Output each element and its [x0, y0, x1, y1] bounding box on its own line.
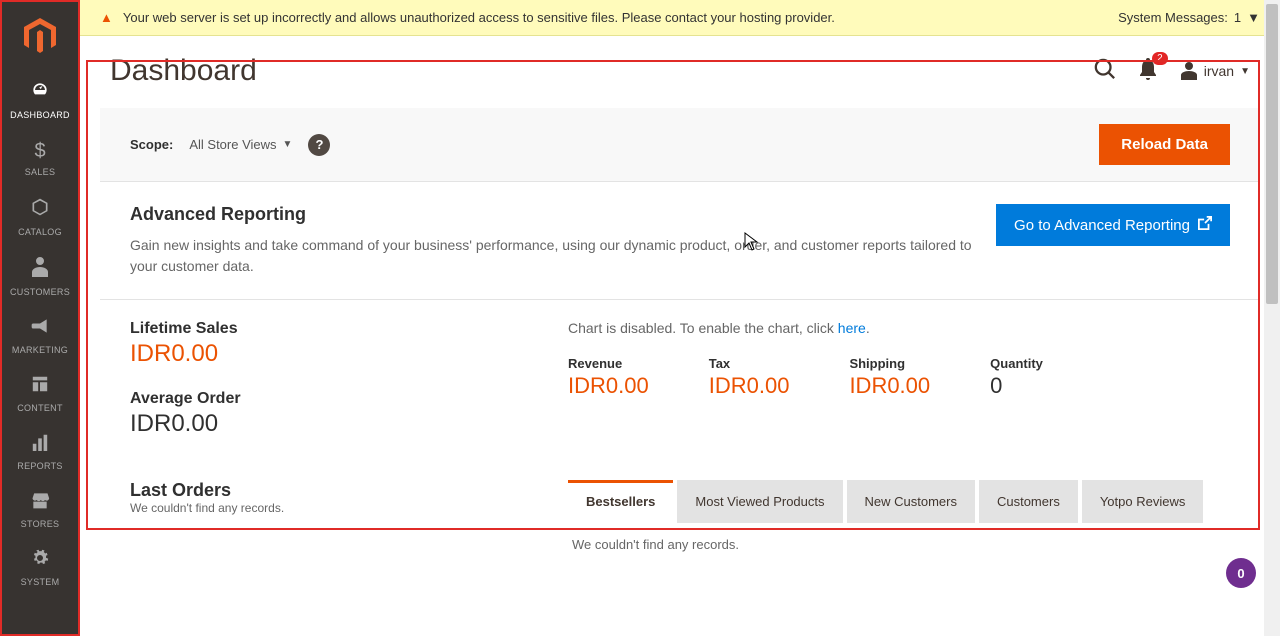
- metric-value: 0: [990, 373, 1043, 399]
- notifications-button[interactable]: 2: [1138, 58, 1158, 85]
- nav-reports[interactable]: REPORTS: [0, 423, 80, 481]
- dollar-icon: $: [34, 140, 45, 163]
- scope-bar: Scope: All Store Views ▼ ? Reload Data: [100, 108, 1260, 182]
- nav-sales[interactable]: $ SALES: [0, 130, 80, 187]
- lifetime-sales-label: Lifetime Sales: [130, 320, 548, 338]
- bottom-section: Last Orders We couldn't find any records…: [100, 480, 1260, 566]
- help-icon[interactable]: ?: [308, 134, 330, 156]
- metric: Quantity 0: [990, 356, 1043, 399]
- nav-stores[interactable]: STORES: [0, 481, 80, 539]
- external-link-icon: [1198, 216, 1212, 234]
- nav-label: CONTENT: [17, 403, 63, 413]
- admin-sidebar: DASHBOARD $ SALES CATALOG CUSTOMERS MARK…: [0, 0, 80, 636]
- reload-data-button[interactable]: Reload Data: [1099, 124, 1230, 165]
- chart-disabled-message: Chart is disabled. To enable the chart, …: [568, 320, 1230, 336]
- average-order-label: Average Order: [130, 390, 548, 408]
- chevron-down-icon: ▼: [1247, 10, 1260, 25]
- advanced-reporting-title: Advanced Reporting: [130, 204, 990, 225]
- nav-customers[interactable]: CUSTOMERS: [0, 247, 80, 307]
- metric-label: Shipping: [849, 356, 930, 371]
- user-menu[interactable]: irvan ▼: [1180, 62, 1250, 80]
- metric-label: Quantity: [990, 356, 1043, 371]
- tab-new-customers[interactable]: New Customers: [847, 480, 975, 523]
- metric-value: IDR0.00: [849, 373, 930, 399]
- nav-catalog[interactable]: CATALOG: [0, 187, 80, 247]
- advanced-reporting-section: Advanced Reporting Gain new insights and…: [100, 182, 1260, 300]
- warning-icon: ▲: [100, 10, 113, 25]
- dashboard-tabs: BestsellersMost Viewed ProductsNew Custo…: [568, 480, 1230, 523]
- person-icon: [32, 257, 48, 283]
- nav-label: CUSTOMERS: [10, 287, 70, 297]
- metric-value: IDR0.00: [568, 373, 649, 399]
- tab-customers[interactable]: Customers: [979, 480, 1078, 523]
- metric: Revenue IDR0.00: [568, 356, 649, 399]
- floating-count-badge[interactable]: 0: [1226, 558, 1256, 588]
- magento-logo[interactable]: [0, 2, 80, 70]
- cube-icon: [30, 197, 50, 223]
- nav-label: DASHBOARD: [10, 110, 70, 120]
- tab-empty-message: We couldn't find any records.: [568, 523, 1230, 566]
- nav-label: MARKETING: [12, 345, 68, 355]
- chevron-down-icon: ▼: [283, 139, 293, 150]
- last-orders-title: Last Orders: [130, 480, 548, 501]
- nav-dashboard[interactable]: DASHBOARD: [0, 70, 80, 130]
- lifetime-sales-value: IDR0.00: [130, 340, 548, 368]
- scope-select[interactable]: All Store Views ▼: [189, 137, 292, 152]
- page-title: Dashboard: [110, 54, 257, 88]
- main-content: ▲ Your web server is set up incorrectly …: [80, 0, 1280, 636]
- go-advanced-reporting-button[interactable]: Go to Advanced Reporting: [996, 204, 1230, 246]
- nav-marketing[interactable]: MARKETING: [0, 307, 80, 365]
- stats-section: Lifetime Sales IDR0.00 Average Order IDR…: [100, 300, 1260, 480]
- metric: Tax IDR0.00: [709, 356, 790, 399]
- metric: Shipping IDR0.00: [849, 356, 930, 399]
- megaphone-icon: [30, 317, 50, 341]
- scrollbar[interactable]: [1264, 0, 1280, 636]
- tab-yotpo-reviews[interactable]: Yotpo Reviews: [1082, 480, 1204, 523]
- store-icon: [30, 491, 50, 515]
- system-message-bar: ▲ Your web server is set up incorrectly …: [80, 0, 1280, 36]
- chevron-down-icon: ▼: [1240, 66, 1250, 77]
- nav-label: SYSTEM: [21, 577, 60, 587]
- tab-most-viewed-products[interactable]: Most Viewed Products: [677, 480, 842, 523]
- nav-label: STORES: [21, 519, 60, 529]
- advanced-reporting-desc: Gain new insights and take command of yo…: [130, 235, 990, 277]
- scope-value: All Store Views: [189, 137, 276, 152]
- gauge-icon: [30, 80, 50, 106]
- metrics-row: Revenue IDR0.00 Tax IDR0.00 Shipping IDR0.00 Q…: [568, 356, 1230, 399]
- scroll-thumb[interactable]: [1266, 4, 1278, 304]
- system-message-text: Your web server is set up incorrectly an…: [123, 10, 835, 25]
- enable-chart-link[interactable]: here: [838, 320, 866, 336]
- adv-button-label: Go to Advanced Reporting: [1014, 217, 1190, 234]
- sysmsg-count: 1: [1234, 10, 1241, 25]
- metric-label: Tax: [709, 356, 790, 371]
- average-order-value: IDR0.00: [130, 410, 548, 438]
- search-button[interactable]: [1094, 58, 1116, 85]
- layout-icon: [31, 375, 49, 399]
- nav-label: CATALOG: [18, 227, 62, 237]
- metric-value: IDR0.00: [709, 373, 790, 399]
- user-name: irvan: [1204, 63, 1234, 79]
- bar-chart-icon: [31, 433, 49, 457]
- nav-content[interactable]: CONTENT: [0, 365, 80, 423]
- last-orders-empty: We couldn't find any records.: [130, 501, 548, 515]
- sysmsg-label: System Messages:: [1118, 10, 1228, 25]
- gear-icon: [31, 549, 49, 573]
- system-messages-toggle[interactable]: System Messages: 1 ▼: [1118, 10, 1260, 25]
- nav-label: SALES: [25, 167, 56, 177]
- metric-label: Revenue: [568, 356, 649, 371]
- scope-label: Scope:: [130, 137, 173, 152]
- nav-system[interactable]: SYSTEM: [0, 539, 80, 597]
- tab-bestsellers[interactable]: Bestsellers: [568, 480, 673, 523]
- page-header: Dashboard 2 irvan ▼: [80, 36, 1280, 108]
- nav-label: REPORTS: [17, 461, 62, 471]
- notification-badge: 2: [1152, 52, 1168, 65]
